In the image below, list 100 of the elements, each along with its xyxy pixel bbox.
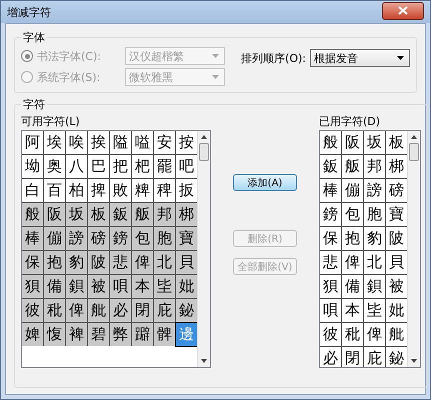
character-cell[interactable]: 裨	[66, 323, 87, 346]
character-cell[interactable]: 必	[320, 347, 341, 367]
character-cell[interactable]: 敗	[110, 179, 131, 202]
character-cell[interactable]: 鉍	[386, 347, 407, 367]
character-cell[interactable]: 豹	[66, 251, 87, 274]
character-cell[interactable]: 寶	[176, 227, 197, 250]
character-cell[interactable]: 捭	[88, 179, 109, 202]
character-cell[interactable]: 坂	[66, 203, 87, 226]
character-cell[interactable]: 本	[342, 299, 363, 322]
character-cell[interactable]: 貝	[386, 251, 407, 274]
character-cell[interactable]: 狽	[320, 275, 341, 298]
character-cell[interactable]: 般	[22, 203, 43, 226]
character-cell[interactable]: 般	[320, 131, 341, 154]
character-cell[interactable]: 稗	[154, 179, 175, 202]
character-cell[interactable]: 庇	[364, 347, 385, 367]
character-cell[interactable]: 唉	[66, 131, 87, 154]
character-cell[interactable]: 婢	[22, 323, 43, 346]
character-cell[interactable]: 陂	[386, 227, 407, 250]
character-cell[interactable]: 鎊	[320, 203, 341, 226]
character-cell[interactable]: 愎	[44, 323, 65, 346]
character-cell[interactable]: 嗌	[132, 131, 153, 154]
character-cell[interactable]: 把	[110, 155, 131, 178]
character-cell[interactable]: 杷	[132, 155, 153, 178]
scrollbar[interactable]	[197, 131, 210, 367]
character-cell[interactable]: 包	[342, 203, 363, 226]
character-cell[interactable]: 邦	[154, 203, 175, 226]
character-cell[interactable]: 妣	[176, 275, 197, 298]
character-cell[interactable]: 八	[66, 155, 87, 178]
character-cell[interactable]: 白	[22, 179, 43, 202]
character-cell[interactable]: 磅	[88, 227, 109, 250]
character-cell[interactable]: 貝	[176, 251, 197, 274]
character-cell[interactable]: 被	[88, 275, 109, 298]
character-cell[interactable]: 磅	[386, 179, 407, 202]
character-cell[interactable]: 唄	[320, 299, 341, 322]
character-cell[interactable]: 北	[364, 251, 385, 274]
scroll-up-icon[interactable]	[201, 135, 207, 139]
scroll-thumb[interactable]	[199, 143, 209, 161]
character-cell[interactable]: 謗	[66, 227, 87, 250]
character-cell[interactable]: 巴	[88, 155, 109, 178]
character-cell[interactable]: 阪	[44, 203, 65, 226]
character-cell[interactable]: 保	[320, 227, 341, 250]
character-cell[interactable]: 包	[132, 227, 153, 250]
character-cell[interactable]: 罷	[154, 155, 175, 178]
character-cell[interactable]: 隘	[110, 131, 131, 154]
character-cell[interactable]: 百	[44, 179, 65, 202]
character-cell[interactable]: 挨	[88, 131, 109, 154]
character-cell[interactable]: 坒	[364, 299, 385, 322]
character-cell[interactable]: 俾	[132, 251, 153, 274]
character-cell[interactable]: 棒	[22, 227, 43, 250]
sort-dropdown[interactable]: 根据发音	[310, 49, 410, 67]
character-cell[interactable]: 阪	[342, 131, 363, 154]
character-cell[interactable]: 謗	[364, 179, 385, 202]
character-cell[interactable]: 奥	[44, 155, 65, 178]
character-cell[interactable]: 陂	[88, 251, 109, 274]
character-cell[interactable]: 備	[342, 275, 363, 298]
scroll-down-icon[interactable]	[201, 359, 207, 363]
scrollbar[interactable]	[407, 131, 420, 367]
character-cell[interactable]: 鈑	[320, 155, 341, 178]
scroll-thumb[interactable]	[409, 143, 419, 161]
character-cell[interactable]: 按	[176, 131, 197, 154]
character-cell[interactable]: 鉍	[176, 299, 197, 322]
character-cell[interactable]: 俾	[364, 323, 385, 346]
character-cell[interactable]: 俾	[66, 299, 87, 322]
character-cell[interactable]: 寶	[386, 203, 407, 226]
character-cell[interactable]: 閉	[132, 299, 153, 322]
character-cell[interactable]: 髀	[154, 323, 175, 346]
character-cell[interactable]: 北	[154, 251, 175, 274]
character-cell[interactable]: 舨	[342, 155, 363, 178]
character-cell[interactable]: 板	[386, 131, 407, 154]
character-cell[interactable]: 狽	[22, 275, 43, 298]
character-cell[interactable]: 坒	[154, 275, 175, 298]
character-cell[interactable]: 吧	[176, 155, 197, 178]
character-cell[interactable]: 舭	[386, 323, 407, 346]
character-cell[interactable]: 粺	[132, 179, 153, 202]
character-cell[interactable]: 碧	[88, 323, 109, 346]
character-cell[interactable]: 鋇	[66, 275, 87, 298]
character-cell[interactable]: 秕	[342, 323, 363, 346]
character-cell[interactable]: 胞	[364, 203, 385, 226]
character-cell[interactable]: 梆	[176, 203, 197, 226]
character-cell[interactable]: 板	[88, 203, 109, 226]
character-cell[interactable]: 鎊	[110, 227, 131, 250]
character-cell[interactable]: 秕	[44, 299, 65, 322]
character-cell[interactable]: 埃	[44, 131, 65, 154]
character-cell[interactable]: 悲	[110, 251, 131, 274]
character-cell[interactable]: 抱	[342, 227, 363, 250]
character-cell[interactable]: 傰	[44, 227, 65, 250]
character-cell[interactable]: 彼	[320, 323, 341, 346]
character-cell[interactable]: 柏	[66, 179, 87, 202]
character-cell[interactable]: 舨	[132, 203, 153, 226]
character-cell[interactable]: 鋇	[364, 275, 385, 298]
character-cell[interactable]: 扳	[176, 179, 197, 202]
character-cell[interactable]: 舭	[88, 299, 109, 322]
character-cell[interactable]: 必	[110, 299, 131, 322]
character-cell[interactable]: 棒	[320, 179, 341, 202]
character-cell[interactable]: 躃	[132, 323, 153, 346]
character-cell[interactable]: 俾	[342, 251, 363, 274]
character-cell[interactable]: 豹	[364, 227, 385, 250]
character-cell[interactable]: 弊	[110, 323, 131, 346]
character-cell[interactable]: 被	[386, 275, 407, 298]
character-cell[interactable]: 邦	[364, 155, 385, 178]
